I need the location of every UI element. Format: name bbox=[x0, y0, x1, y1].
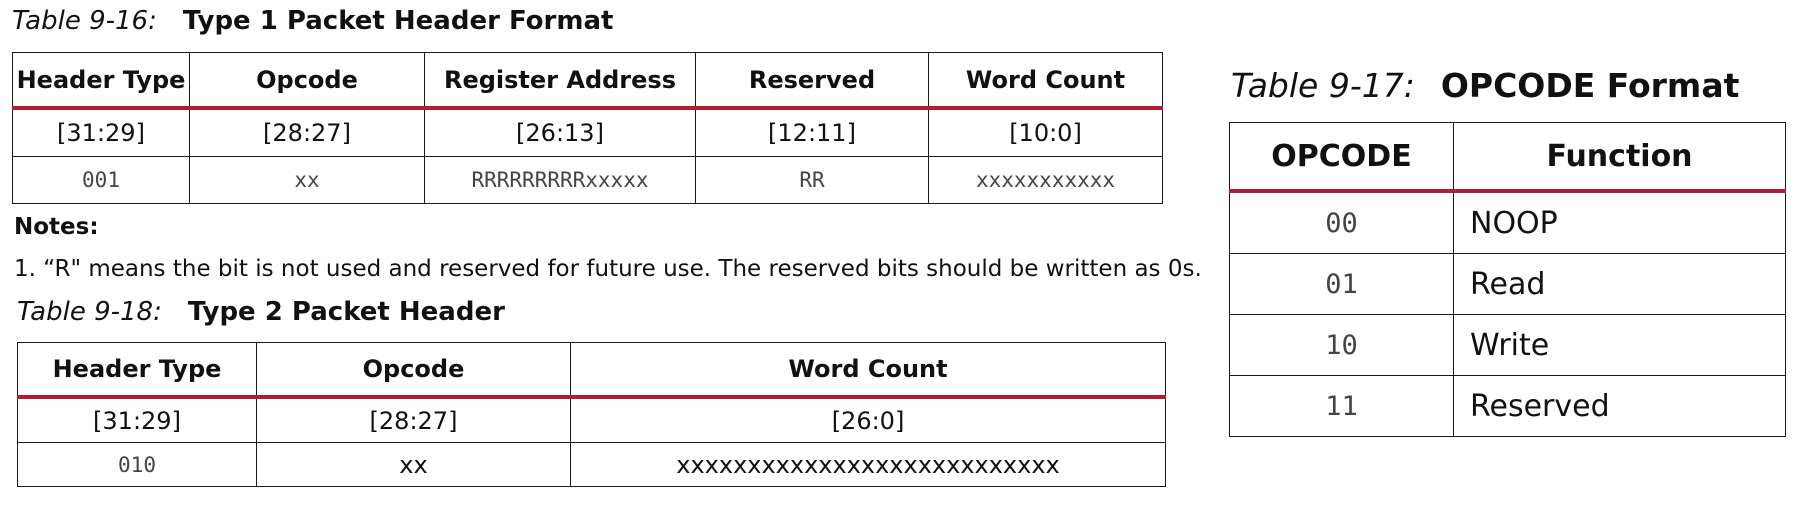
column-header: OPCODE bbox=[1229, 122, 1454, 193]
value-cell: xx bbox=[256, 442, 571, 487]
column-header: Header Type bbox=[12, 52, 190, 110]
value-cell: xxxxxxxxxxx bbox=[928, 156, 1163, 204]
table-row: 01 Read bbox=[1229, 253, 1786, 315]
type1-packet-header-table: Header Type Opcode Register Address Rese… bbox=[12, 52, 1163, 204]
function-cell: NOOP bbox=[1453, 190, 1786, 254]
opcode-cell: 00 bbox=[1229, 190, 1454, 254]
table-17-title: OPCODE Format bbox=[1440, 66, 1740, 105]
opcode-cell: 01 bbox=[1229, 253, 1454, 315]
table-row: 11 Reserved bbox=[1229, 375, 1786, 437]
column-header: Function bbox=[1453, 122, 1786, 193]
value-cell: RRRRRRRRRxxxxx bbox=[424, 156, 696, 204]
bit-range-cell: [12:11] bbox=[695, 107, 929, 157]
table-18-caption: Table 9-18: Type 2 Packet Header bbox=[17, 297, 505, 327]
column-header: Register Address bbox=[424, 52, 696, 110]
table-17-number: Table 9-17: bbox=[1231, 66, 1415, 105]
function-cell: Reserved bbox=[1453, 375, 1786, 437]
table-header-row: OPCODE Function bbox=[1229, 122, 1786, 193]
table-row: 00 NOOP bbox=[1229, 190, 1786, 254]
table-17-caption: Table 9-17: OPCODE Format bbox=[1231, 66, 1739, 105]
table-header-row: Header Type Opcode Word Count bbox=[17, 342, 1166, 399]
column-header: Opcode bbox=[189, 52, 425, 110]
table-row: [31:29] [28:27] [26:13] [12:11] [10:0] bbox=[12, 107, 1163, 157]
column-header: Word Count bbox=[928, 52, 1163, 110]
table-18-title: Type 2 Packet Header bbox=[187, 297, 505, 327]
opcode-cell: 11 bbox=[1229, 375, 1454, 437]
function-cell: Write bbox=[1453, 314, 1786, 376]
bit-range-cell: [28:27] bbox=[189, 107, 425, 157]
table-16-number: Table 9-16: bbox=[12, 6, 157, 36]
bit-range-cell: [31:29] bbox=[12, 107, 190, 157]
table-18-number: Table 9-18: bbox=[17, 297, 162, 327]
column-header: Reserved bbox=[695, 52, 929, 110]
function-cell: Read bbox=[1453, 253, 1786, 315]
value-cell: RR bbox=[695, 156, 929, 204]
type2-packet-header-table: Header Type Opcode Word Count [31:29] [2… bbox=[17, 342, 1166, 487]
table-row: [31:29] [28:27] [26:0] bbox=[17, 396, 1166, 443]
table-16-caption: Table 9-16: Type 1 Packet Header Format bbox=[12, 6, 613, 36]
column-header: Header Type bbox=[17, 342, 257, 399]
table-row: 001 xx RRRRRRRRRxxxxx RR xxxxxxxxxxx bbox=[12, 156, 1163, 204]
value-cell: xxxxxxxxxxxxxxxxxxxxxxxxxxx bbox=[570, 442, 1166, 487]
value-cell: xx bbox=[189, 156, 425, 204]
table-header-row: Header Type Opcode Register Address Rese… bbox=[12, 52, 1163, 110]
bit-range-cell: [10:0] bbox=[928, 107, 1163, 157]
opcode-format-table: OPCODE Function 00 NOOP 01 Read 10 Write… bbox=[1229, 122, 1786, 437]
column-header: Opcode bbox=[256, 342, 571, 399]
table-row: 10 Write bbox=[1229, 314, 1786, 376]
note-item: 1. “R" means the bit is not used and res… bbox=[14, 256, 1202, 282]
value-cell: 001 bbox=[12, 156, 190, 204]
bit-range-cell: [31:29] bbox=[17, 396, 257, 443]
bit-range-cell: [26:0] bbox=[570, 396, 1166, 443]
column-header: Word Count bbox=[570, 342, 1166, 399]
notes-heading: Notes: bbox=[14, 214, 99, 240]
table-16-title: Type 1 Packet Header Format bbox=[182, 6, 614, 36]
bit-range-cell: [28:27] bbox=[256, 396, 571, 443]
opcode-cell: 10 bbox=[1229, 314, 1454, 376]
bit-range-cell: [26:13] bbox=[424, 107, 696, 157]
value-cell: 010 bbox=[17, 442, 257, 487]
table-row: 010 xx xxxxxxxxxxxxxxxxxxxxxxxxxxx bbox=[17, 442, 1166, 487]
